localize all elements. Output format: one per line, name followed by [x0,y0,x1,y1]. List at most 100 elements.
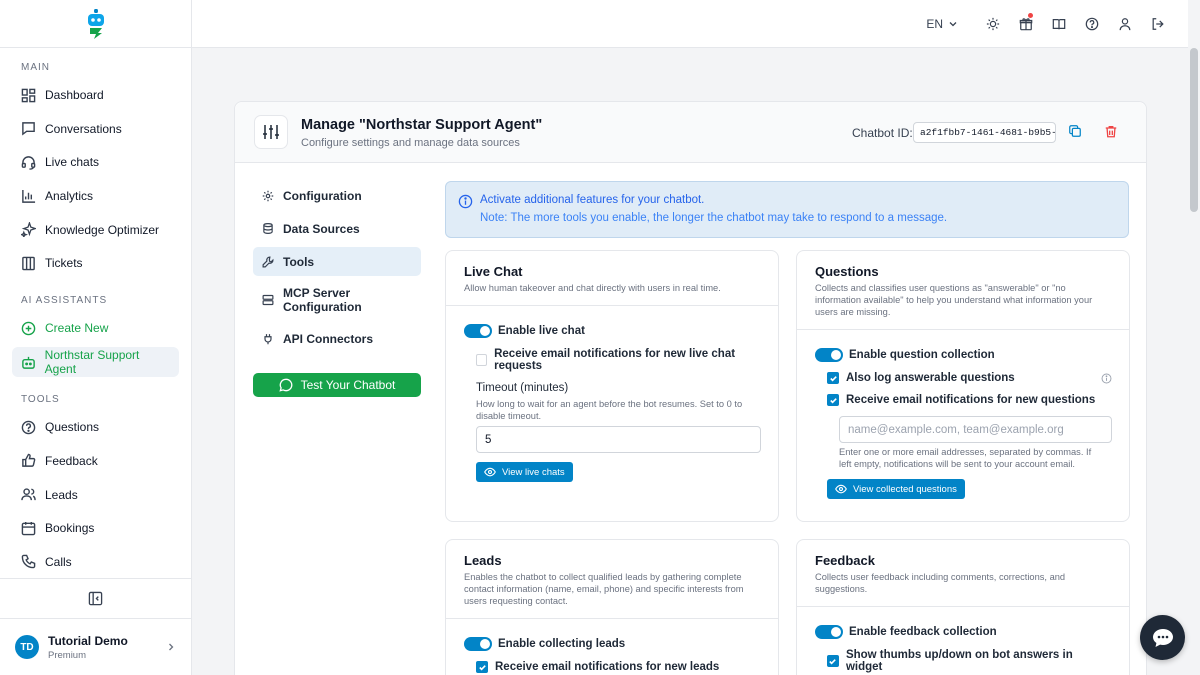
dashboard-icon [20,87,37,104]
tab-tools[interactable]: Tools [253,247,421,276]
copy-id-button[interactable] [1068,124,1082,141]
tab-data-sources[interactable]: Data Sources [253,214,421,243]
timeout-label: Timeout (minutes) [476,382,569,394]
live-chat-email-checkbox-row[interactable]: Receive email notifications for new live… [476,348,760,372]
view-questions-wrap: View collected questions [827,479,1111,499]
sidebar-item-label: Knowledge Optimizer [45,222,160,237]
scrollbar-thumb[interactable] [1190,48,1198,212]
plug-icon [261,333,275,345]
plus-circle-icon [20,320,37,337]
test-chatbot-label: Test Your Chatbot [300,378,396,392]
topbar-actions: EN [926,13,1174,34]
toggle-switch-on[interactable] [464,637,492,651]
news-button[interactable] [1009,13,1042,34]
tab-mcp-server-configuration[interactable]: MCP Server Configuration [253,280,421,320]
chatbot-id-label: Chatbot ID: [852,126,913,140]
thumbs-checkbox-row[interactable]: Show thumbs up/down on bot answers in wi… [827,649,1111,673]
sidebar-item-leads[interactable]: Leads [12,480,179,510]
checkbox-unchecked[interactable] [476,354,488,366]
toggle-switch-on[interactable] [815,348,843,362]
sidebar-item-tickets[interactable]: Tickets [12,248,179,278]
chat-widget-button[interactable] [1140,615,1185,660]
sidebar-item-feedback[interactable]: Feedback [12,446,179,476]
checkbox-checked[interactable] [827,372,839,384]
page-scrollbar[interactable] [1188,0,1200,675]
enable-leads-toggle[interactable]: Enable collecting leads [464,637,760,651]
timeout-input[interactable]: 5 [476,426,761,453]
enable-feedback-toggle[interactable]: Enable feedback collection [815,625,1111,639]
info-title: Activate additional features for your ch… [480,194,705,206]
log-answerable-checkbox-row[interactable]: Also log answerable questions [827,372,1112,387]
email-help: Enter one or more email addresses, separ… [839,447,1092,469]
eye-icon [835,484,847,494]
toggle-label: Enable collecting leads [498,638,626,650]
tab-configuration[interactable]: Configuration [253,181,421,210]
gear-icon [261,190,275,202]
panel-header: Leads Enables the chatbot to collect qua… [446,540,778,619]
sidebar-item-label: Leads [45,487,78,502]
delete-chatbot-button[interactable] [1104,124,1118,142]
sidebar-item-analytics[interactable]: Analytics [12,181,179,211]
toggle-switch-on[interactable] [464,324,492,338]
page-subtitle: Configure settings and manage data sourc… [301,137,520,149]
checkbox-label: Receive email notifications for new lead… [495,661,720,673]
checkbox-checked[interactable] [827,655,839,667]
toggle-label: Enable question collection [849,349,995,361]
info-tooltip-icon[interactable] [1101,373,1112,387]
users-icon [20,486,37,503]
app-logo[interactable] [0,0,191,48]
sidebar-item-create-new[interactable]: Create New [12,313,179,343]
collapse-sidebar-button[interactable] [0,578,191,618]
panel-header: Questions Collects and classifies user q… [797,251,1129,330]
panel-title: Feedback [815,553,875,568]
logout-button[interactable] [1141,14,1174,34]
profile-button[interactable] [1108,14,1141,34]
sidebar-item-questions[interactable]: Questions [12,412,179,442]
sidebar-item-label: Northstar Support Agent [44,348,140,377]
bar-chart-icon [20,188,37,205]
enable-question-collection-toggle[interactable]: Enable question collection [815,348,1111,362]
sidebar-item-dashboard[interactable]: Dashboard [12,80,179,110]
collapse-sidebar-icon [88,591,103,606]
settings-subnav: Configuration Data Sources Tools MCP Ser… [253,181,421,357]
thumbs-up-icon [20,452,37,469]
manage-chatbot-card: Manage "Northstar Support Agent" Configu… [234,101,1147,675]
docs-button[interactable] [1042,14,1075,34]
user-menu[interactable]: TD Tutorial Demo Premium [0,618,191,675]
user-name: Tutorial Demo [48,633,128,648]
page-title: Manage "Northstar Support Agent" [301,117,543,133]
view-collected-questions-button[interactable]: View collected questions [827,479,965,499]
checkbox-label: Show thumbs up/down on bot answers in wi… [845,649,1073,673]
tab-api-connectors[interactable]: API Connectors [253,324,421,353]
sidebar-item-label: Tickets [45,256,83,271]
timeout-help: How long to wait for an agent before the… [476,399,743,421]
checkbox-checked[interactable] [827,394,839,406]
chatbot-id-field[interactable]: a2f1fbb7-1461-4681-b9b5-f72 [913,122,1056,143]
test-chatbot-button[interactable]: Test Your Chatbot [253,373,421,397]
chat-widget-icon [1152,628,1173,647]
sidebar-item-bookings[interactable]: Bookings [12,513,179,543]
checkbox-label: Receive email notifications for new live… [494,348,736,372]
sidebar-item-knowledge-optimizer[interactable]: Knowledge Optimizer [12,215,179,245]
robot-logo-icon [87,8,104,39]
user-icon [1119,18,1130,31]
enable-live-chat-toggle[interactable]: Enable live chat [464,324,760,338]
sidebar-item-conversations[interactable]: Conversations [12,114,179,144]
notification-dot [1028,13,1033,18]
panel-body: Enable feedback collection Show thumbs u… [797,625,1129,673]
checkbox-checked[interactable] [476,661,488,673]
question-email-checkbox-row[interactable]: Receive email notifications for new ques… [827,394,1111,406]
sidebar-item-live-chats[interactable]: Live chats [12,147,179,177]
toggle-switch-on[interactable] [815,625,843,639]
view-live-chats-button[interactable]: View live chats [476,462,573,482]
section-label-main: MAIN [21,62,50,73]
sidebar-item-calls[interactable]: Calls [12,547,179,577]
language-selector[interactable]: EN [926,17,958,31]
view-live-chats-wrap: View live chats [476,462,760,482]
theme-toggle-button[interactable] [976,14,1009,34]
sidebar-item-northstar-support-agent[interactable]: Northstar Support Agent [12,347,179,378]
sidebar: MAIN Dashboard Conversations Live chats … [0,0,192,675]
leads-email-checkbox-row[interactable]: Receive email notifications for new lead… [476,661,760,673]
notification-email-input[interactable]: name@example.com, team@example.org [839,416,1112,443]
help-button[interactable] [1075,14,1108,34]
